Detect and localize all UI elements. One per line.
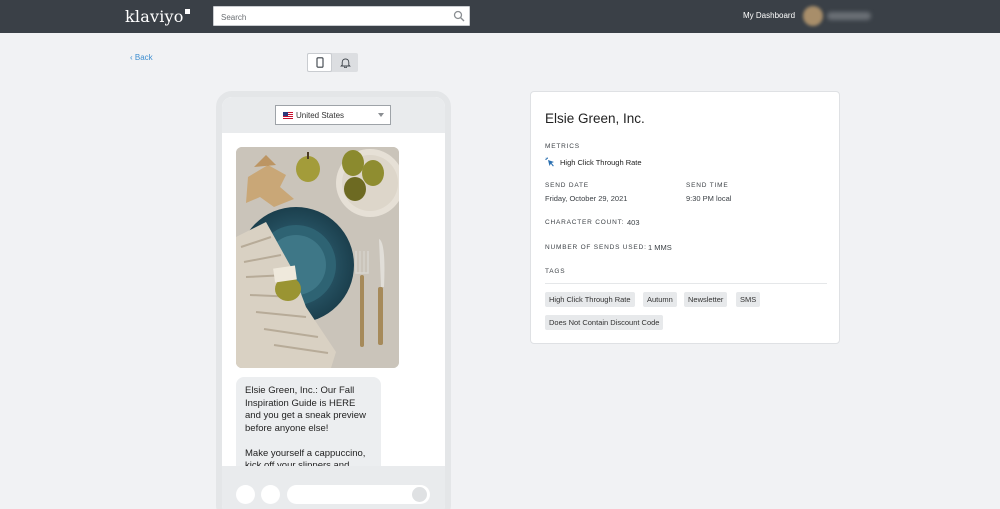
sends-used-label: NUMBER OF SENDS USED: <box>545 244 647 251</box>
mms-image <box>236 147 399 368</box>
send-time-label: SEND TIME <box>686 182 729 189</box>
tag-chip[interactable]: Autumn <box>643 292 677 307</box>
camera-button <box>236 485 255 504</box>
notification-preview-button[interactable] <box>333 53 358 72</box>
cursor-click-icon <box>545 157 554 167</box>
tag-chip[interactable]: High Click Through Rate <box>545 292 635 307</box>
my-dashboard-link[interactable]: My Dashboard <box>743 11 795 20</box>
tag-chip[interactable]: Newsletter <box>684 292 728 307</box>
character-count-label: CHARACTER COUNT: <box>545 219 625 226</box>
send-date-value: Friday, October 29, 2021 <box>545 194 628 203</box>
country-select-value: United States <box>296 110 345 120</box>
metric-value: High Click Through Rate <box>560 158 642 167</box>
search-input[interactable] <box>214 8 444 27</box>
compose-input <box>287 485 430 504</box>
tags-divider <box>545 283 827 284</box>
apps-button <box>261 485 280 504</box>
search-box <box>213 6 470 27</box>
message-bubble: Elsie Green, Inc.: Our Fall Inspiration … <box>236 377 381 477</box>
phone-compose-bar <box>222 466 445 509</box>
tag-chip[interactable]: Does Not Contain Discount Code <box>545 315 664 330</box>
search-icon[interactable] <box>453 10 465 22</box>
preview-mode-toggle <box>307 53 358 72</box>
campaign-details-card: Elsie Green, Inc. METRICS High Click Thr… <box>530 91 840 344</box>
metrics-label: METRICS <box>545 143 580 150</box>
us-flag-icon <box>283 111 293 119</box>
account-name-redacted <box>827 12 871 20</box>
bell-icon <box>340 58 351 68</box>
phone-header: United States <box>222 97 445 133</box>
back-link[interactable]: ‹ Back <box>130 53 153 62</box>
tag-chip[interactable]: SMS <box>736 292 761 307</box>
phone-preview: United States Elsie Green, Inc.: Our Fal… <box>216 91 451 509</box>
klaviyo-logo[interactable]: klaviyo <box>125 7 190 26</box>
send-time-value: 9:30 PM local <box>686 194 732 203</box>
avatar <box>803 6 823 26</box>
campaign-title: Elsie Green, Inc. <box>545 111 645 126</box>
country-select[interactable]: United States <box>275 105 391 125</box>
mobile-preview-button[interactable] <box>307 53 332 72</box>
account-menu[interactable] <box>803 6 873 26</box>
sends-used-value: 1 MMS <box>648 243 672 252</box>
character-count-value: 403 <box>627 218 640 227</box>
send-button <box>412 487 427 502</box>
tags-label: TAGS <box>545 268 566 275</box>
send-date-label: SEND DATE <box>545 182 589 189</box>
top-nav-bar: klaviyo My Dashboard <box>0 0 1000 33</box>
mobile-phone-icon <box>315 57 324 68</box>
dropdown-caret-icon <box>378 113 384 117</box>
